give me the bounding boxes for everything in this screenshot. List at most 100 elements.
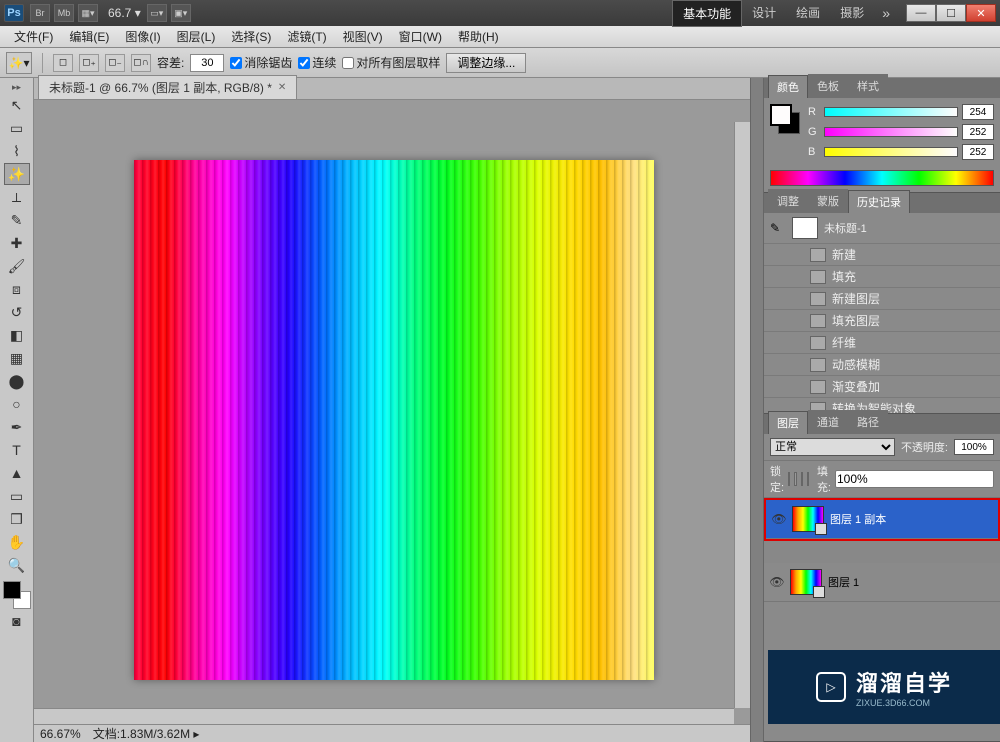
foreground-color-swatch[interactable] <box>3 581 21 599</box>
quickmask-icon[interactable]: ◙ <box>4 610 30 632</box>
refine-edge-button[interactable]: 调整边缘... <box>446 53 526 73</box>
menu-file[interactable]: 文件(F) <box>6 25 61 48</box>
layer-thumbnail[interactable] <box>790 569 822 595</box>
selection-subtract-icon[interactable]: ◻₋ <box>105 54 125 72</box>
tab-styles[interactable]: 样式 <box>848 74 888 98</box>
history-item[interactable]: 动感模糊 <box>764 353 1000 375</box>
lock-position-icon[interactable] <box>801 472 803 486</box>
tab-swatches[interactable]: 色板 <box>808 74 848 98</box>
path-select-tool-icon[interactable]: ▲ <box>4 462 30 484</box>
hand-tool-icon[interactable]: ✋ <box>4 531 30 553</box>
tab-adjustments[interactable]: 调整 <box>768 189 808 213</box>
screen-mode-icon[interactable]: ▣▾ <box>171 4 191 22</box>
brush-tool-icon[interactable]: 🖌 <box>4 255 30 277</box>
workspace-design[interactable]: 设计 <box>742 0 786 27</box>
vertical-scrollbar[interactable] <box>734 122 750 708</box>
arrange-icon[interactable]: ▭▾ <box>147 4 167 22</box>
spectrum-ramp[interactable] <box>770 170 994 186</box>
menu-filter[interactable]: 滤镜(T) <box>279 25 334 48</box>
b-slider[interactable] <box>824 147 958 157</box>
tolerance-input[interactable] <box>190 54 224 72</box>
workspace-photography[interactable]: 摄影 <box>830 0 874 27</box>
workspace-essentials[interactable]: 基本功能 <box>672 0 742 27</box>
current-tool-icon[interactable]: ✨▾ <box>6 52 32 74</box>
menu-image[interactable]: 图像(I) <box>117 25 168 48</box>
zoom-dropdown[interactable]: 66.7 ▾ <box>108 6 141 20</box>
type-tool-icon[interactable]: T <box>4 439 30 461</box>
contiguous-checkbox[interactable]: 连续 <box>298 54 336 71</box>
visibility-icon[interactable]: 👁 <box>772 512 786 526</box>
minibridge-icon[interactable]: Mb <box>54 4 74 22</box>
move-tool-icon[interactable]: ↖ <box>4 94 30 116</box>
shape-tool-icon[interactable]: ▭ <box>4 485 30 507</box>
bridge-icon[interactable]: Br <box>30 4 50 22</box>
eyedropper-tool-icon[interactable]: ✎ <box>4 209 30 231</box>
canvas[interactable] <box>134 160 654 680</box>
document-tab[interactable]: 未标题-1 @ 66.7% (图层 1 副本, RGB/8) * ✕ <box>38 75 297 99</box>
r-value[interactable] <box>962 104 994 120</box>
layer-row[interactable]: 👁图层 1 副本 <box>766 500 998 539</box>
tab-masks[interactable]: 蒙版 <box>808 189 848 213</box>
history-brush-source-icon[interactable]: ✎ <box>770 221 786 235</box>
magic-wand-tool-icon[interactable]: ✨ <box>4 163 30 185</box>
crop-tool-icon[interactable]: ⟂ <box>4 186 30 208</box>
history-item[interactable]: 渐变叠加 <box>764 375 1000 397</box>
color-panel-swatches[interactable] <box>770 104 800 134</box>
stamp-tool-icon[interactable]: ⧈ <box>4 278 30 300</box>
history-item[interactable]: 填充图层 <box>764 309 1000 331</box>
history-snapshot-thumb[interactable] <box>792 217 818 239</box>
visibility-icon[interactable]: 👁 <box>770 575 784 589</box>
menu-view[interactable]: 视图(V) <box>335 25 391 48</box>
canvas-viewport[interactable] <box>34 100 750 724</box>
collapsed-panel-strip[interactable] <box>750 78 764 742</box>
opacity-input[interactable] <box>954 439 994 455</box>
menu-layer[interactable]: 图层(L) <box>169 25 224 48</box>
healing-tool-icon[interactable]: ✚ <box>4 232 30 254</box>
close-button[interactable]: ✕ <box>966 4 996 22</box>
antialias-checkbox[interactable]: 消除锯齿 <box>230 54 292 71</box>
tab-channels[interactable]: 通道 <box>808 410 848 434</box>
blur-tool-icon[interactable]: ⬤ <box>4 370 30 392</box>
status-zoom[interactable]: 66.67% <box>40 727 81 741</box>
g-slider[interactable] <box>824 127 958 137</box>
history-item[interactable]: 填充 <box>764 265 1000 287</box>
blend-mode-select[interactable]: 正常 <box>770 438 895 456</box>
sample-all-layers-checkbox[interactable]: 对所有图层取样 <box>342 54 440 71</box>
eraser-tool-icon[interactable]: ◧ <box>4 324 30 346</box>
lock-all-icon[interactable] <box>807 472 809 486</box>
menu-help[interactable]: 帮助(H) <box>450 25 507 48</box>
g-value[interactable] <box>962 124 994 140</box>
history-brush-tool-icon[interactable]: ↺ <box>4 301 30 323</box>
horizontal-scrollbar[interactable] <box>34 708 734 724</box>
menu-select[interactable]: 选择(S) <box>223 25 279 48</box>
menu-window[interactable]: 窗口(W) <box>391 25 450 48</box>
color-swatches[interactable] <box>3 581 31 609</box>
marquee-tool-icon[interactable]: ▭ <box>4 117 30 139</box>
gradient-tool-icon[interactable]: ▦ <box>4 347 30 369</box>
selection-intersect-icon[interactable]: ◻∩ <box>131 54 151 72</box>
menu-edit[interactable]: 编辑(E) <box>61 25 117 48</box>
3d-tool-icon[interactable]: ❒ <box>4 508 30 530</box>
history-item[interactable]: 纤维 <box>764 331 1000 353</box>
b-value[interactable] <box>962 144 994 160</box>
close-tab-icon[interactable]: ✕ <box>278 82 286 93</box>
selection-new-icon[interactable]: ◻ <box>53 54 73 72</box>
view-extras-icon[interactable]: ▦▾ <box>78 4 98 22</box>
layer-thumbnail[interactable] <box>792 506 824 532</box>
lasso-tool-icon[interactable]: ⌇ <box>4 140 30 162</box>
dodge-tool-icon[interactable]: ○ <box>4 393 30 415</box>
tab-paths[interactable]: 路径 <box>848 410 888 434</box>
workspace-painting[interactable]: 绘画 <box>786 0 830 27</box>
layer-row[interactable]: 👁图层 1 <box>764 563 1000 602</box>
tab-history[interactable]: 历史记录 <box>848 190 910 214</box>
selection-add-icon[interactable]: ◻₊ <box>79 54 99 72</box>
fill-input[interactable] <box>835 470 994 488</box>
tab-layers[interactable]: 图层 <box>768 411 808 435</box>
lock-pixels-icon[interactable] <box>794 472 796 486</box>
minimize-button[interactable]: — <box>906 4 936 22</box>
history-item[interactable]: 新建图层 <box>764 287 1000 309</box>
r-slider[interactable] <box>824 107 958 117</box>
more-workspaces-icon[interactable]: » <box>874 5 898 21</box>
maximize-button[interactable]: ☐ <box>936 4 966 22</box>
pen-tool-icon[interactable]: ✒ <box>4 416 30 438</box>
